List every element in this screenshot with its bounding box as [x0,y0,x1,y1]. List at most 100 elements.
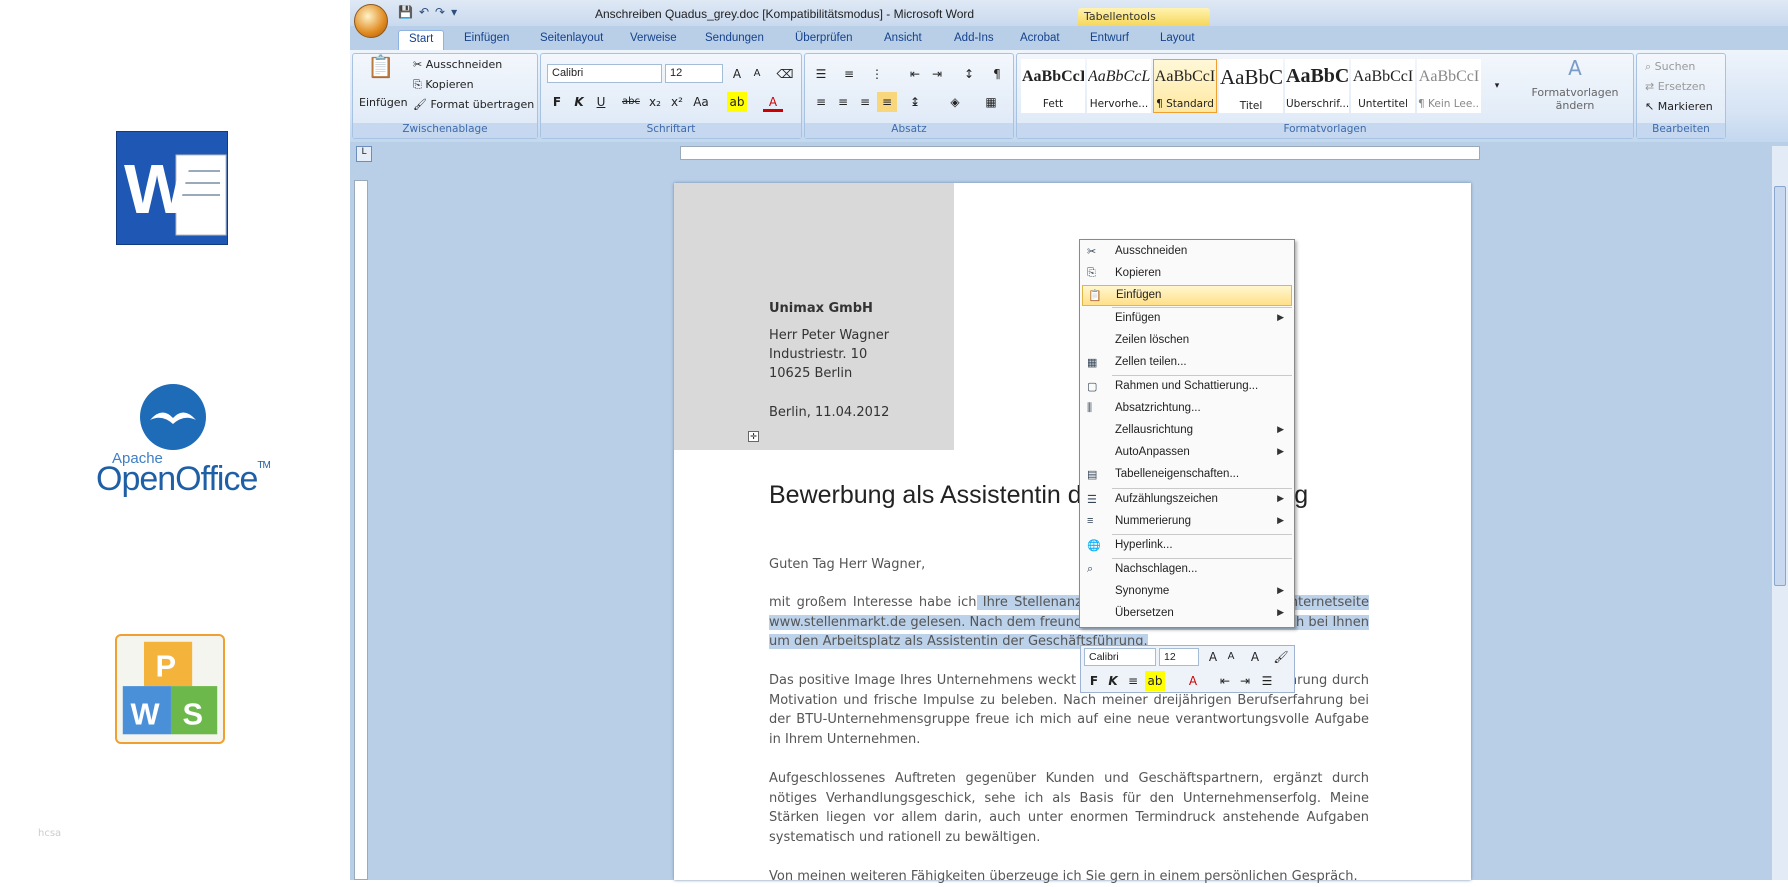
align-right-icon[interactable]: ≡ [855,92,875,112]
find-button[interactable]: ⌕ Suchen [1645,60,1695,74]
select-button[interactable]: ↖ Markieren [1645,100,1713,113]
shrink-font-icon[interactable]: A [1221,647,1241,667]
grow-font-icon[interactable]: A [727,64,747,84]
menu-item-autofit[interactable]: AutoAnpassen ▶ [1082,443,1292,464]
tab-ansicht[interactable]: Ansicht [874,30,932,50]
font-size-box[interactable]: 12 [665,64,723,83]
vertical-ruler[interactable] [354,180,368,880]
menu-item-hyperlink[interactable]: 🌐 Hyperlink... [1082,536,1292,557]
tab-layout[interactable]: Layout [1150,30,1205,50]
table-move-handle-icon[interactable]: ✛ [748,431,759,442]
clear-format-icon[interactable]: ⌫ [775,64,795,84]
bullets-icon[interactable]: ☰ [1257,671,1277,691]
horizontal-ruler[interactable] [680,146,1480,160]
replace-button[interactable]: ⇄ Ersetzen [1645,80,1706,93]
scrollbar-thumb[interactable] [1774,186,1786,586]
numbering-icon[interactable]: ≡ [839,64,859,84]
bold-icon[interactable]: F [1084,671,1104,691]
grow-font-icon[interactable]: A [1203,647,1223,667]
decrease-indent-icon[interactable]: ⇤ [1215,671,1235,691]
tab-einfuegen[interactable]: Einfügen [454,30,519,50]
style-kein-leerraum[interactable]: AaBbCcI ¶ Kein Lee... [1417,59,1481,113]
borders-icon[interactable]: ▦ [981,92,1001,112]
justify-icon[interactable]: ≡ [877,92,897,112]
superscript-icon[interactable]: x² [667,92,687,112]
multilevel-list-icon[interactable]: ⋮ [867,64,887,84]
style-ueberschrift[interactable]: AaBbC Überschrif... [1285,59,1349,113]
italic-icon[interactable]: K [569,92,589,112]
style-standard[interactable]: AaBbCcI ¶ Standard [1153,59,1217,113]
font-color-icon[interactable]: A [1183,671,1203,691]
bullets-icon[interactable]: ☰ [811,64,831,84]
font-color-icon[interactable]: A [763,92,783,112]
pilcrow-icon[interactable]: ¶ [987,64,1007,84]
styles-group-label: Formatvorlagen [1017,123,1633,138]
bold-icon[interactable]: F [547,92,567,112]
menu-item-cut[interactable]: ✂ Ausschneiden [1082,242,1292,263]
document-page[interactable]: Unimax GmbH Herr Peter Wagner Industries… [674,183,1471,884]
strikethrough-icon[interactable]: abc [621,92,641,112]
increase-indent-icon[interactable]: ⇥ [1235,671,1255,691]
menu-item-text-direction[interactable]: ⫼ Absatzrichtung... [1082,399,1292,420]
tab-acrobat[interactable]: Acrobat [1010,30,1070,50]
mini-font-box[interactable]: Calibri [1084,648,1156,666]
sort-icon[interactable]: ↕ [959,64,979,84]
shrink-font-icon[interactable]: A [747,64,767,84]
tab-start[interactable]: Start [398,30,445,50]
styles-more-icon[interactable]: ▾ [1487,76,1507,96]
menu-item-table-properties[interactable]: ▤ Tabelleneigenschaften... [1082,465,1292,486]
redo-icon[interactable]: ↷ [435,5,445,19]
styles-icon[interactable]: A [1245,647,1265,667]
menu-item-split-cells[interactable]: ▦ Zellen teilen... [1082,353,1292,374]
menu-item-bullets[interactable]: ☰ Aufzählungszeichen ▶ [1082,490,1292,511]
vertical-scrollbar[interactable] [1772,146,1788,880]
align-center-icon[interactable]: ≡ [833,92,853,112]
decrease-indent-icon[interactable]: ⇤ [905,64,925,84]
menu-item-delete-rows[interactable]: Zeilen löschen [1082,331,1292,352]
increase-indent-icon[interactable]: ⇥ [927,64,947,84]
numbering-icon: ≡ [1087,515,1094,527]
style-hervorhebung[interactable]: AaBbCcL Hervorhe... [1087,59,1151,113]
undo-icon[interactable]: ↶ [419,5,429,19]
menu-item-insert[interactable]: Einfügen ▶ [1082,309,1292,330]
menu-item-borders[interactable]: ▢ Rahmen und Schattierung... [1082,377,1292,398]
save-icon[interactable]: 💾 [398,5,413,19]
align-left-icon[interactable]: ≡ [811,92,831,112]
copy-button[interactable]: ⎘ Kopieren [413,78,474,92]
menu-item-paste[interactable]: 📋 Einfügen [1082,285,1292,306]
customize-qat-icon[interactable]: ▾ [451,5,457,19]
menu-item-cell-alignment[interactable]: Zellausrichtung ▶ [1082,421,1292,442]
style-fett[interactable]: AaBbCcI Fett [1021,59,1085,113]
tab-seitenlayout[interactable]: Seitenlayout [530,30,613,50]
cut-button[interactable]: ✂ Ausschneiden [413,58,502,71]
office-button[interactable] [354,4,388,38]
menu-item-synonyms[interactable]: Synonyme ▶ [1082,582,1292,603]
tab-selector-button[interactable]: L [356,146,372,162]
tab-addins[interactable]: Add-Ins [944,30,1004,50]
change-case-icon[interactable]: Aa [691,92,711,112]
underline-icon[interactable]: U [591,92,611,112]
font-name-box[interactable]: Calibri [547,64,662,83]
line-spacing-icon[interactable]: ↨ [905,92,925,112]
italic-icon[interactable]: K [1103,671,1123,691]
tab-sendungen[interactable]: Sendungen [695,30,774,50]
menu-item-numbering[interactable]: ≡ Nummerierung ▶ [1082,512,1292,533]
tab-verweise[interactable]: Verweise [620,30,687,50]
menu-item-research[interactable]: ⌕ Nachschlagen... [1082,560,1292,581]
paste-icon[interactable]: 📋 [367,57,394,88]
shading-icon[interactable]: ◈ [945,92,965,112]
tab-ueberpruefen[interactable]: Überprüfen [785,30,863,50]
format-painter-button[interactable]: 🖌 Format übertragen [413,98,534,111]
menu-item-translate[interactable]: Übersetzen ▶ [1082,604,1292,625]
menu-item-copy[interactable]: ⎘ Kopieren [1082,264,1292,285]
highlight-icon[interactable]: ab [1145,671,1165,691]
highlight-icon[interactable]: ab [727,92,747,112]
tab-entwurf[interactable]: Entwurf [1080,30,1139,50]
mini-size-box[interactable]: 12 [1159,648,1199,666]
style-titel[interactable]: AaBbC Titel [1219,59,1283,113]
paste-button[interactable]: Einfügen [359,96,408,109]
format-painter-icon[interactable]: 🖌 [1271,647,1291,667]
subscript-icon[interactable]: x₂ [645,92,665,112]
center-icon[interactable]: ≡ [1123,671,1143,691]
style-untertitel[interactable]: AaBbCcI Untertitel [1351,59,1415,113]
